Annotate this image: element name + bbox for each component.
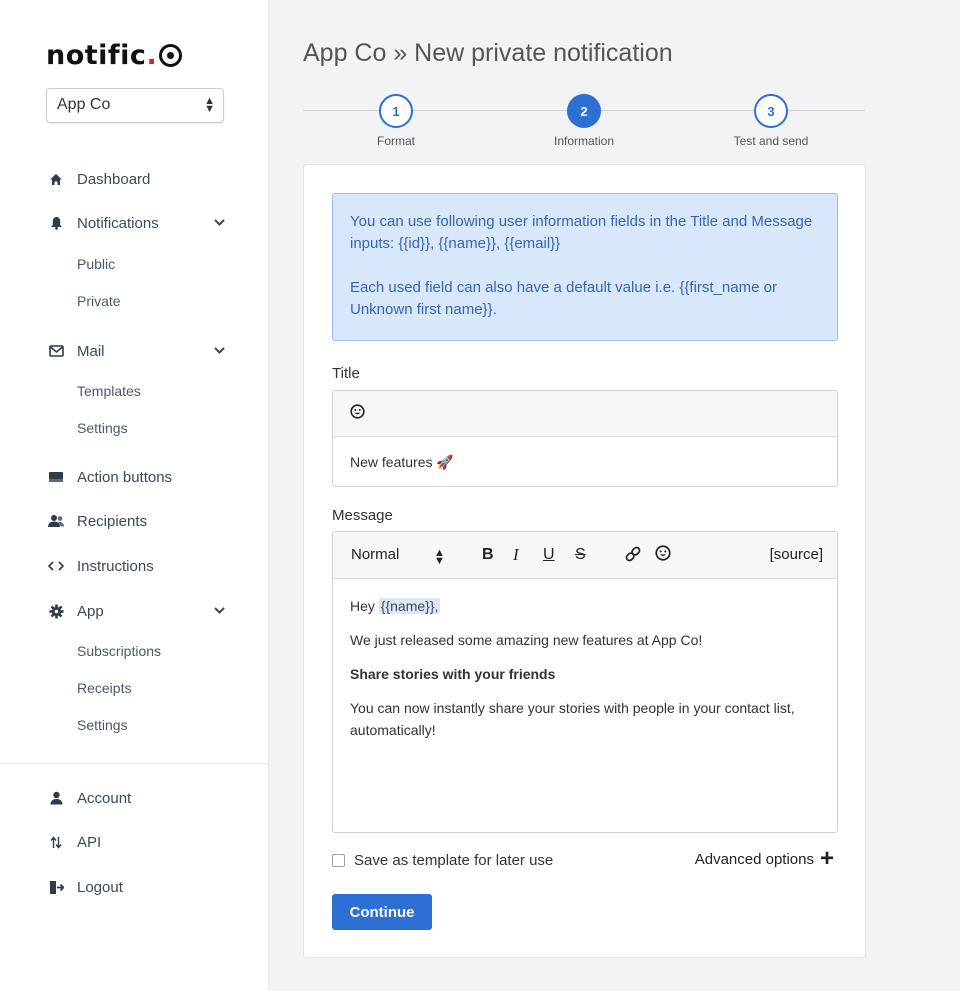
- code-icon: [46, 561, 66, 571]
- logo[interactable]: notific.: [46, 40, 183, 71]
- app-select[interactable]: App Co ▲ ▼: [46, 88, 224, 123]
- step-information[interactable]: 2: [567, 94, 601, 128]
- select-arrows-icon[interactable]: ▲ ▼: [434, 548, 445, 567]
- app-select-value: App Co: [57, 96, 111, 113]
- nav-logout[interactable]: Logout: [46, 876, 123, 898]
- emoji-icon[interactable]: [655, 545, 671, 565]
- title-label: Title: [332, 365, 360, 382]
- nav-logout-label: Logout: [77, 878, 123, 896]
- nav-receipts[interactable]: Receipts: [77, 680, 131, 696]
- emoji-icon[interactable]: [350, 403, 365, 424]
- link-icon[interactable]: [624, 545, 642, 567]
- message-label: Message: [332, 507, 393, 524]
- info-alert: You can use following user information f…: [332, 193, 838, 341]
- title-field[interactable]: New features 🚀: [332, 390, 838, 487]
- editor-paragraph: We just released some amazing new featur…: [350, 632, 703, 648]
- step-test-and-send[interactable]: 3: [754, 94, 788, 128]
- strikethrough-button[interactable]: S: [575, 546, 586, 564]
- save-template-option[interactable]: Save as template for later use: [332, 852, 553, 869]
- chevron-down-icon[interactable]: [214, 343, 225, 357]
- nav-dashboard-label: Dashboard: [77, 170, 151, 188]
- name-placeholder-tag: {{name}},: [378, 598, 441, 614]
- chevron-down-icon[interactable]: [214, 603, 225, 617]
- nav-subscriptions[interactable]: Subscriptions: [77, 643, 161, 659]
- save-template-checkbox[interactable]: [332, 854, 345, 867]
- message-editor[interactable]: Normal ▲ ▼ B I U S [source] Hey {{name}},…: [332, 531, 838, 833]
- nav-action-buttons[interactable]: Action buttons: [46, 466, 172, 488]
- editor-heading: Share stories with your friends: [350, 666, 556, 682]
- nav-mail-label: Mail: [77, 342, 105, 360]
- nav-instructions[interactable]: Instructions: [46, 555, 154, 577]
- source-button[interactable]: [source]: [770, 546, 823, 563]
- step-information-label: Information: [553, 134, 615, 148]
- editor-greeting: Hey {{name}},: [350, 595, 820, 617]
- users-icon: [46, 514, 66, 528]
- nav-recipients[interactable]: Recipients: [46, 510, 147, 532]
- nav-account[interactable]: Account: [46, 787, 131, 809]
- button-icon: [46, 471, 66, 483]
- user-icon: [46, 791, 66, 805]
- nav-instructions-label: Instructions: [77, 557, 154, 575]
- italic-button[interactable]: I: [513, 545, 519, 565]
- page-title: App Co » New private notification: [303, 39, 673, 67]
- step-format-label: Format: [376, 134, 415, 148]
- nav-api[interactable]: API: [46, 831, 101, 853]
- nav-notifications-label: Notifications: [77, 214, 159, 232]
- editor-toolbar: Normal ▲ ▼ B I U S [source]: [333, 532, 837, 579]
- nav-recipients-label: Recipients: [77, 512, 148, 530]
- transfer-arrows-icon: [46, 835, 66, 849]
- bell-icon: [46, 216, 66, 230]
- nav-app[interactable]: App: [46, 600, 225, 622]
- nav-account-label: Account: [77, 789, 132, 807]
- bold-button[interactable]: B: [482, 546, 494, 564]
- nav-app-label: App: [77, 602, 104, 620]
- nav-dashboard[interactable]: Dashboard: [46, 168, 150, 190]
- advanced-options-toggle[interactable]: Advanced options +: [694, 845, 834, 872]
- envelope-icon: [46, 345, 66, 357]
- info-text-default: Each used field can also have a default …: [350, 279, 777, 318]
- logout-icon: [46, 880, 66, 895]
- nav-private[interactable]: Private: [77, 293, 121, 309]
- step-format[interactable]: 1: [379, 94, 413, 128]
- continue-button[interactable]: Continue: [332, 894, 432, 930]
- save-template-label: Save as template for later use: [354, 852, 554, 869]
- format-select[interactable]: Normal: [351, 546, 399, 563]
- sidebar-divider: [0, 763, 269, 764]
- home-icon: [46, 173, 66, 186]
- editor-paragraph: You can now instantly share your stories…: [350, 700, 795, 738]
- chevron-down-icon[interactable]: [214, 215, 225, 229]
- gear-icon: [46, 604, 66, 619]
- nav-app-settings[interactable]: Settings: [77, 717, 128, 733]
- logo-target-icon: [159, 44, 183, 67]
- nav-mail-settings[interactable]: Settings: [77, 420, 128, 436]
- nav-notifications[interactable]: Notifications: [46, 212, 225, 234]
- title-toolbar: [333, 391, 837, 437]
- nav-templates[interactable]: Templates: [77, 383, 141, 399]
- plus-icon: +: [819, 845, 834, 872]
- advanced-options-label: Advanced options: [694, 850, 814, 868]
- greeting-text: Hey: [350, 598, 379, 614]
- nav-mail[interactable]: Mail: [46, 340, 225, 362]
- logo-dot: .: [146, 40, 158, 71]
- nav-api-label: API: [77, 833, 102, 851]
- nav-public[interactable]: Public: [77, 256, 115, 272]
- title-input[interactable]: New features 🚀: [333, 437, 837, 486]
- logo-text: notific: [46, 40, 147, 71]
- sidebar: notific. App Co ▲ ▼ Dashboard Notificatio…: [0, 0, 269, 991]
- info-text-fields: You can use following user information f…: [350, 213, 813, 252]
- underline-button[interactable]: U: [543, 546, 555, 564]
- step-test-and-send-label: Test and send: [733, 134, 809, 148]
- editor-content[interactable]: Hey {{name}}, We just released some amaz…: [333, 579, 837, 769]
- form-card: You can use following user information f…: [303, 164, 866, 958]
- select-arrows-icon: ▲ ▼: [204, 95, 215, 115]
- nav-action-buttons-label: Action buttons: [77, 468, 173, 486]
